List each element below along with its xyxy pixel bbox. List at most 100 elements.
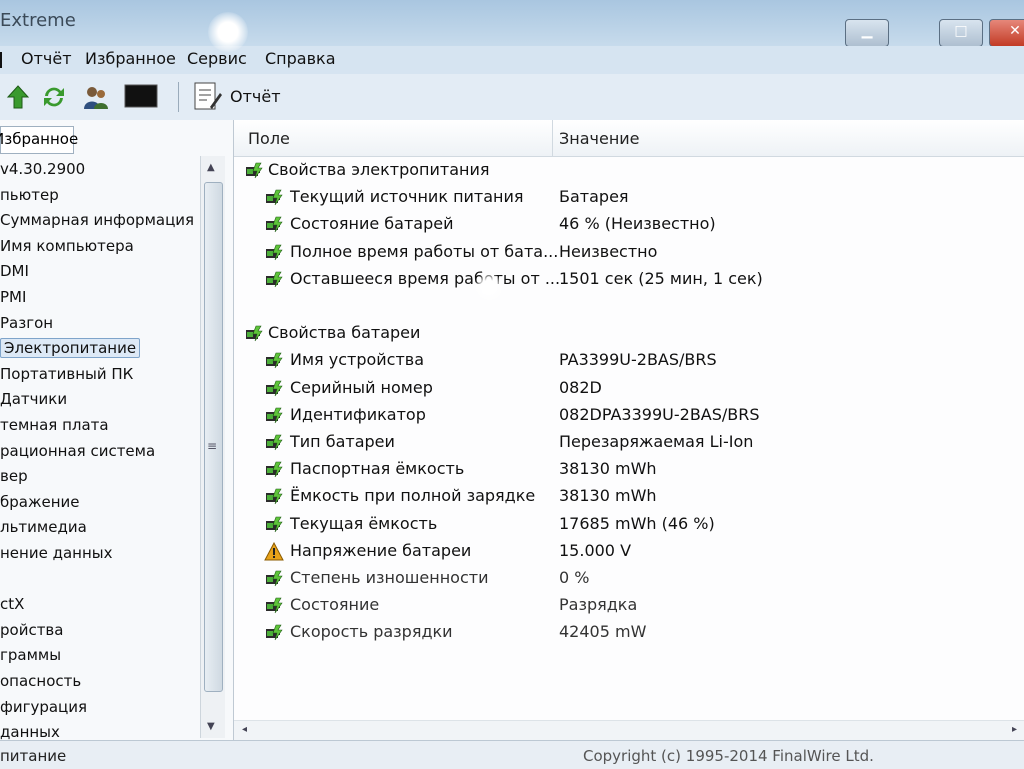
- field-name: Ёмкость при полной зарядке: [290, 486, 536, 506]
- tree-item[interactable]: пьютер: [0, 186, 59, 204]
- battery-icon: [264, 379, 284, 399]
- scroll-left-icon[interactable]: ◂: [242, 724, 247, 735]
- field-value: 082D: [559, 377, 602, 397]
- field-value: 1501 сек (25 мин, 1 сек): [559, 268, 763, 288]
- battery-icon: [264, 270, 284, 290]
- table-row[interactable]: Паспортная ёмкость 38130 mWh: [234, 457, 1024, 483]
- table-row[interactable]: Тип батареи Перезаряжаемая Li-Ion: [234, 430, 1024, 456]
- tree-item[interactable]: фигурация: [0, 698, 87, 716]
- tree-item[interactable]: PMI: [0, 288, 26, 306]
- section-title: Свойства электропитания: [268, 160, 490, 179]
- field-name: Степень изношенности: [290, 568, 489, 587]
- menu-service[interactable]: Сервис: [187, 49, 247, 68]
- table-row[interactable]: Серийный номер 082D: [234, 376, 1024, 402]
- tree-item[interactable]: Суммарная информация: [0, 211, 194, 229]
- tree-item[interactable]: Датчики: [0, 390, 67, 408]
- tree-item[interactable]: вер: [0, 467, 28, 485]
- column-header-value[interactable]: Значение: [559, 129, 640, 148]
- window-title: Extreme: [0, 10, 76, 31]
- field-name: Текущая ёмкость: [290, 513, 438, 533]
- menu-item-cut-off[interactable]: [0, 52, 6, 68]
- menu-help[interactable]: Справка: [265, 49, 336, 68]
- table-row[interactable]: Текущий источник питания Батарея: [234, 185, 1024, 211]
- monitor-icon[interactable]: [124, 83, 158, 111]
- tree-item[interactable]: Портативный ПК: [0, 365, 133, 383]
- vertical-scrollbar[interactable]: ▲ ≡ ▼: [200, 156, 225, 738]
- tree-item-power-selected[interactable]: Электропитание: [0, 338, 141, 359]
- copyright-text: Copyright (c) 1995-2014 FinalWire Ltd.: [583, 747, 874, 765]
- tree-item[interactable]: Разгон: [0, 314, 53, 332]
- tree-item[interactable]: опасность: [0, 672, 81, 690]
- table-row[interactable]: Оставшееся время работы от ... 1501 сек (…: [234, 267, 1024, 293]
- report-button-label[interactable]: Отчёт: [230, 87, 281, 106]
- field-name: Паспортная ёмкость: [290, 459, 465, 479]
- close-button[interactable]: ✕: [989, 19, 1024, 47]
- tree-item-label: DMI: [0, 262, 29, 281]
- minimize-icon: ▁: [861, 23, 873, 39]
- section-row[interactable]: Свойства электропитания: [234, 158, 1024, 184]
- tree-item[interactable]: темная плата: [0, 416, 109, 434]
- column-separator[interactable]: [552, 120, 553, 156]
- up-arrow-icon[interactable]: [4, 83, 32, 111]
- tree-item[interactable]: данных: [0, 723, 60, 741]
- maximize-button[interactable]: □: [939, 19, 983, 47]
- table-row[interactable]: Напряжение батареи 15.000 V: [234, 539, 1024, 565]
- report-icon[interactable]: [192, 81, 222, 113]
- tree-item-label: Электропитание: [0, 338, 141, 359]
- field-value: 38130 mWh: [559, 459, 657, 479]
- tree-item[interactable]: рационная система: [0, 442, 155, 460]
- menu-bar: Отчёт Избранное Сервис Справка: [0, 46, 1024, 74]
- grip-icon: ≡: [207, 439, 218, 453]
- horizontal-scrollbar[interactable]: ◂ ▸: [234, 720, 1024, 741]
- field-name: Текущий источник питания: [290, 187, 524, 207]
- tree-item-label: Разгон: [0, 313, 54, 332]
- battery-icon: [264, 569, 284, 589]
- refresh-icon[interactable]: [40, 83, 68, 111]
- table-row[interactable]: Состояние батарей 46 % (Неизвестно): [234, 212, 1024, 238]
- tree-item[interactable]: граммы: [0, 646, 61, 664]
- scroll-down-icon[interactable]: ▼: [207, 721, 215, 732]
- field-name: Состояние: [290, 595, 380, 615]
- table-row[interactable]: Идентификатор 082DPA3399U-2BAS/BRS: [234, 403, 1024, 429]
- users-icon[interactable]: [82, 83, 110, 111]
- minimize-button[interactable]: ▁: [845, 19, 889, 47]
- status-left: питание: [0, 747, 67, 765]
- toolbar: Отчёт: [0, 74, 1024, 121]
- field-value: Перезаряжаемая Li-Ion: [559, 432, 754, 451]
- tree-item[interactable]: бражение: [0, 493, 80, 511]
- table-row[interactable]: Скорость разрядки 42405 mW: [234, 620, 1024, 646]
- scrollbar-thumb[interactable]: ≡: [204, 182, 223, 692]
- table-row[interactable]: Полное время работы от бата... Неизвестно: [234, 240, 1024, 266]
- tree-item[interactable]: ctX: [0, 595, 24, 613]
- column-header-field[interactable]: Поле: [248, 129, 290, 148]
- table-row[interactable]: Состояние Разрядка: [234, 593, 1024, 619]
- field-name: Идентификатор: [290, 404, 426, 424]
- table-row[interactable]: Имя устройства PA3399U-2BAS/BRS: [234, 348, 1024, 374]
- tree-item[interactable]: ройства: [0, 621, 63, 639]
- tree-item[interactable]: льтимедиа: [0, 518, 87, 536]
- favorites-tab[interactable]: Избранное: [0, 126, 78, 154]
- warning-icon: [264, 541, 284, 562]
- section-title: Свойства батареи: [268, 323, 421, 343]
- battery-icon: [264, 406, 284, 426]
- menu-favorites[interactable]: Избранное: [85, 49, 176, 68]
- tree-item[interactable]: DMI: [0, 262, 29, 280]
- menu-report[interactable]: Отчёт: [21, 49, 72, 68]
- tree-item[interactable]: v4.30.2900: [0, 160, 85, 178]
- tree-item-label: Суммарная информация: [0, 211, 195, 230]
- table-row[interactable]: Степень изношенности 0 %: [234, 566, 1024, 592]
- tree-item-label: PMI: [0, 288, 27, 306]
- table-row[interactable]: Ёмкость при полной зарядке 38130 mWh: [234, 484, 1024, 510]
- field-value: 42405 mW: [559, 622, 647, 642]
- tree-item[interactable]: Имя компьютера: [0, 237, 134, 255]
- scroll-up-icon[interactable]: ▲: [207, 162, 215, 173]
- battery-properties-icon: [244, 324, 264, 344]
- table-row[interactable]: Текущая ёмкость 17685 mWh (46 %): [234, 512, 1024, 538]
- field-value: 38130 mWh: [559, 486, 657, 506]
- tree-item[interactable]: нение данных: [0, 544, 113, 562]
- section-row[interactable]: Свойства батареи: [234, 321, 1024, 347]
- battery-icon: [264, 623, 284, 643]
- status-bar: питание Copyright (c) 1995-2014 FinalWir…: [0, 740, 1024, 769]
- scroll-right-icon[interactable]: ▸: [1012, 724, 1017, 735]
- field-name: Напряжение батареи: [290, 540, 472, 560]
